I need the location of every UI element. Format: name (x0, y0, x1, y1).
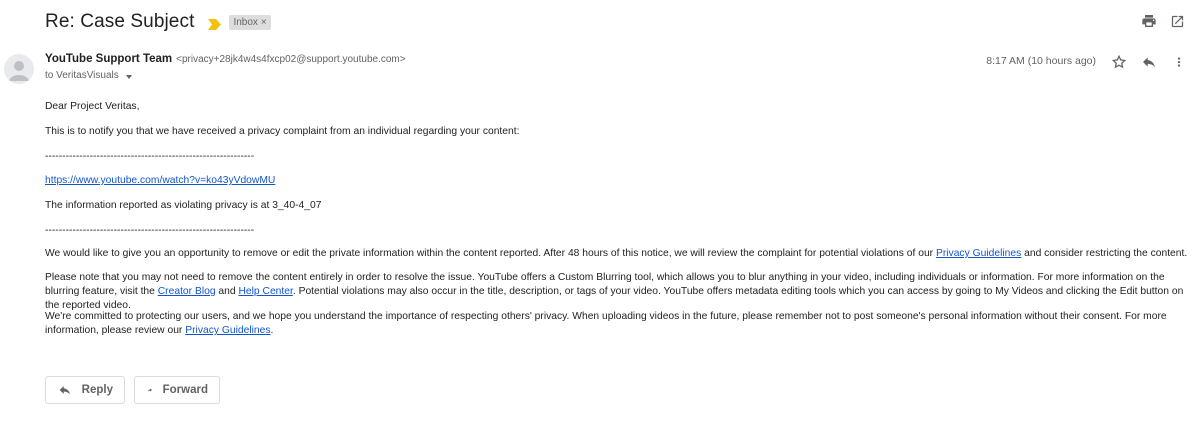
avatar (4, 54, 34, 84)
recipient-details-toggle[interactable]: to VeritasVisuals (45, 70, 132, 81)
creator-blog-link[interactable]: Creator Blog (158, 286, 216, 297)
subject-row: Re: Case Subject Inbox × (45, 8, 271, 36)
help-center-link[interactable]: Help Center (238, 286, 292, 297)
greeting: Dear Project Veritas, (45, 101, 140, 112)
paragraph-text: . (270, 325, 274, 336)
paragraph-text: and (215, 286, 239, 297)
message-timestamp: 8:17 AM (10 hours ago) (986, 55, 1096, 67)
forward-icon (147, 388, 152, 392)
sender-name: YouTube Support Team (45, 53, 173, 65)
more-vert-icon[interactable] (1170, 53, 1188, 71)
video-link[interactable]: https://www.youtube.com/watch?v=ko43yVdo… (45, 175, 275, 186)
privacy-guidelines-link[interactable]: Privacy Guidelines (936, 248, 1021, 259)
commitment-paragraph: We're committed to protecting our users,… (45, 310, 1195, 338)
chevron-down-icon[interactable] (125, 74, 132, 79)
paragraph-text: We would like to give you an opportunity… (45, 248, 936, 259)
reply-button-label: Reply (81, 384, 113, 396)
forward-button[interactable]: Forward (134, 376, 220, 404)
intro-paragraph: This is to notify you that we have recei… (45, 126, 520, 137)
remove-label-icon[interactable]: × (261, 17, 267, 28)
star-icon[interactable] (1110, 53, 1128, 71)
blurring-paragraph: Please note that you may not need to rem… (45, 271, 1195, 313)
divider-line: ----------------------------------------… (45, 225, 255, 236)
open-in-new-window-icon[interactable] (1168, 12, 1186, 30)
paragraph-text: and consider restricting the content. (1021, 248, 1188, 259)
recipient-line: to VeritasVisuals (45, 70, 119, 81)
reply-icon[interactable] (1140, 53, 1158, 71)
email-subject: Re: Case Subject (45, 11, 195, 32)
inbox-label-chip[interactable]: Inbox × (229, 14, 271, 30)
inbox-label-text: Inbox (233, 16, 258, 28)
forward-button-label: Forward (162, 384, 208, 396)
important-marker-icon[interactable] (208, 17, 222, 30)
privacy-guidelines-link[interactable]: Privacy Guidelines (185, 325, 270, 336)
thread-actions (1140, 12, 1186, 30)
sender-email: <privacy+28jk4w4s4fxcp02@support.youtube… (176, 54, 406, 65)
reply-icon (59, 386, 70, 395)
reported-time-paragraph: The information reported as violating pr… (45, 200, 322, 211)
print-icon[interactable] (1140, 12, 1158, 30)
reply-actions: Reply Forward (45, 376, 220, 404)
removal-opportunity-paragraph: We would like to give you an opportunity… (45, 247, 1195, 261)
reply-button[interactable]: Reply (45, 376, 125, 404)
sender-line: YouTube Support Team <privacy+28jk4w4s4f… (45, 53, 406, 65)
video-link-paragraph: https://www.youtube.com/watch?v=ko43yVdo… (45, 174, 275, 188)
message-actions (1110, 53, 1188, 71)
divider-line: ----------------------------------------… (45, 151, 255, 162)
